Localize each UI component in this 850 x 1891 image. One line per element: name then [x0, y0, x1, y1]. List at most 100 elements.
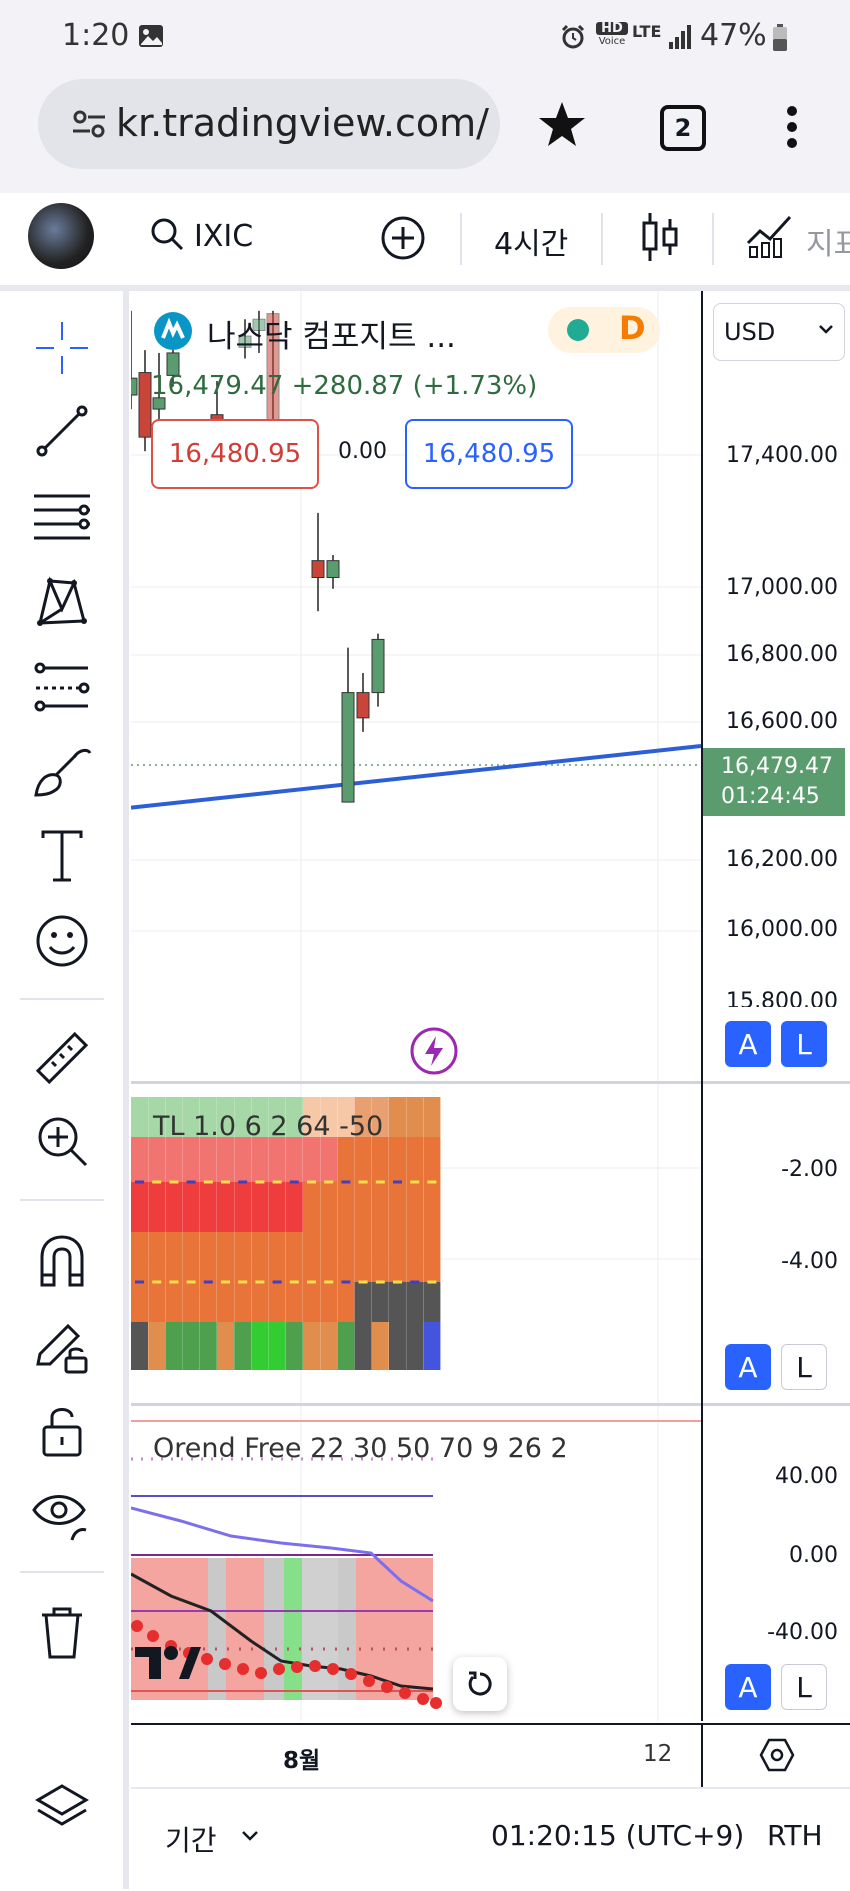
auto-scale-button[interactable]: A — [725, 1664, 771, 1710]
indicator-scale-label: 0.00 — [789, 1543, 838, 1568]
indicators-label[interactable]: 지표 — [806, 219, 850, 263]
log-scale-button[interactable]: L — [781, 1021, 827, 1067]
url-field[interactable]: kr.tradingview.com/ — [38, 79, 500, 169]
settings-hexagon-icon[interactable] — [759, 1737, 795, 1777]
heat-cell — [423, 1232, 441, 1282]
heat-cell — [320, 1282, 338, 1322]
reset-chart-button[interactable] — [453, 1657, 507, 1711]
session-button[interactable]: RTH — [767, 1819, 823, 1852]
heat-cell — [423, 1137, 441, 1182]
orend-indicator-title[interactable]: Orend Free 22 30 50 70 9 26 2 — [153, 1433, 568, 1464]
currency-selector[interactable]: USD — [713, 303, 845, 361]
interval-button[interactable]: 4시간 — [494, 219, 568, 263]
lightning-event-icon[interactable] — [409, 1026, 459, 1080]
crosshair-icon[interactable] — [30, 316, 94, 380]
pane-separator[interactable] — [703, 1081, 850, 1084]
lock-all-icon[interactable] — [30, 1399, 94, 1463]
object-tree-layers-icon[interactable] — [30, 1776, 94, 1840]
timezone-clock[interactable]: 01:20:15 (UTC+9) — [491, 1819, 744, 1852]
compare-add-icon[interactable] — [380, 215, 426, 265]
chevron-down-icon — [818, 320, 834, 339]
price-scale[interactable]: USD 17,400.00 17,000.00 16,800.00 16,600… — [701, 291, 850, 1721]
heat-cell — [131, 1137, 148, 1182]
emoji-icon[interactable] — [30, 909, 94, 973]
chart-panes[interactable]: 나스닥 컴포지트 ... D 16,479.47 +280.87 (+1.73%… — [131, 291, 701, 1721]
heat-cell — [406, 1137, 424, 1182]
brush-icon[interactable] — [30, 739, 94, 803]
avatar[interactable] — [28, 203, 94, 269]
log-scale-button[interactable]: L — [781, 1344, 827, 1390]
auto-scale-button[interactable]: A — [725, 1344, 771, 1390]
heat-cell — [389, 1322, 406, 1370]
site-settings-icon[interactable] — [72, 109, 106, 143]
ruler-icon[interactable] — [30, 1026, 94, 1090]
trend-line — [131, 743, 701, 810]
heat-cell — [251, 1182, 269, 1232]
heat-cell — [371, 1232, 389, 1282]
heat-cell — [217, 1322, 234, 1370]
toolbar-divider — [460, 213, 462, 265]
chevron-down-icon[interactable] — [241, 1827, 259, 1846]
heat-cell — [217, 1232, 234, 1282]
heat-cell — [354, 1232, 372, 1282]
indicators-icon[interactable] — [746, 213, 792, 263]
alarm-icon — [560, 24, 586, 54]
indicator-scale-label: -4.00 — [781, 1249, 838, 1274]
symbol-search-button[interactable]: IXIC — [194, 219, 253, 254]
date-range-button[interactable]: 기간 — [165, 1819, 217, 1859]
heat-cell — [406, 1182, 424, 1232]
heat-cell — [285, 1282, 303, 1322]
buy-button[interactable]: 16,480.95 — [405, 419, 573, 489]
auto-scale-button[interactable]: A — [725, 1021, 771, 1067]
heat-cell — [148, 1182, 166, 1232]
heat-cell — [268, 1322, 286, 1370]
heat-cell — [268, 1182, 286, 1232]
fib-retracement-icon[interactable] — [30, 484, 94, 548]
tl-indicator-title[interactable]: TL 1.0 6 2 64 -50 — [153, 1111, 383, 1142]
drawing-toolbar — [0, 291, 129, 1889]
search-icon[interactable] — [150, 217, 184, 255]
heat-cell — [234, 1137, 252, 1182]
heat-cell — [268, 1232, 286, 1282]
candlestick-chart-type-icon[interactable] — [640, 211, 680, 267]
heat-cell — [406, 1322, 424, 1370]
trash-icon[interactable] — [30, 1601, 94, 1665]
heat-cell — [371, 1322, 389, 1370]
bookmark-star-icon[interactable] — [538, 101, 586, 151]
forecast-tool-icon[interactable] — [30, 654, 94, 718]
heat-cell — [423, 1182, 441, 1232]
price-label: 16,000.00 — [726, 917, 838, 942]
candle-body — [138, 372, 152, 438]
heat-cell — [131, 1322, 148, 1370]
heat-cell — [303, 1182, 320, 1232]
more-menu-icon[interactable] — [786, 105, 798, 153]
heat-cell — [199, 1282, 217, 1322]
tab-count-button[interactable]: 2 — [660, 105, 706, 151]
heat-cell — [234, 1232, 252, 1282]
candle-body — [326, 560, 340, 578]
heat-cell — [182, 1322, 200, 1370]
trend-line-icon[interactable] — [30, 399, 94, 463]
chart-top-toolbar: IXIC 4시간 지표 — [0, 193, 850, 291]
xabcd-pattern-icon[interactable] — [30, 569, 94, 633]
heat-cell — [371, 1137, 389, 1182]
chart-canvas[interactable] — [131, 291, 701, 1721]
zoom-in-icon[interactable] — [30, 1109, 94, 1173]
pane-separator[interactable] — [703, 1403, 850, 1406]
heat-cell — [389, 1232, 406, 1282]
heat-cell — [389, 1097, 406, 1137]
lock-drawing-icon[interactable] — [30, 1314, 94, 1378]
heat-cell — [423, 1322, 441, 1370]
heat-cell — [148, 1232, 166, 1282]
log-scale-button[interactable]: L — [781, 1664, 827, 1710]
symbol-title[interactable]: 나스닥 컴포지트 ... — [207, 311, 456, 356]
time-axis[interactable]: 8월 12 — [131, 1723, 701, 1787]
heat-cell — [251, 1282, 269, 1322]
hide-drawings-eye-icon[interactable] — [30, 1484, 94, 1548]
heat-cell — [285, 1232, 303, 1282]
text-tool-icon[interactable] — [30, 824, 94, 888]
toolbar-separator — [20, 998, 104, 1000]
sell-button[interactable]: 16,480.95 — [151, 419, 319, 489]
indicator-scale-label: -40.00 — [767, 1620, 838, 1645]
magnet-icon[interactable] — [30, 1229, 94, 1293]
